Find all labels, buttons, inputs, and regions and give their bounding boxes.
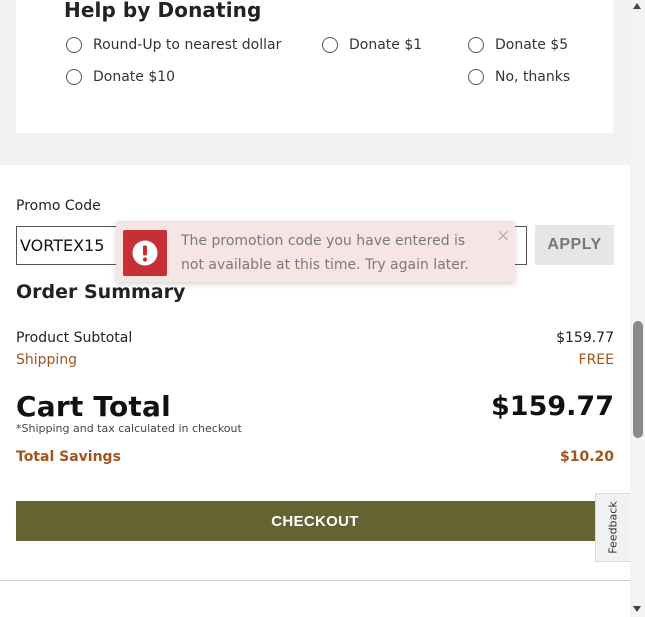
shipping-row: Shipping FREE	[16, 352, 614, 368]
shipping-tax-note: *Shipping and tax calculated in checkout	[16, 422, 242, 435]
error-message: The promotion code you have entered is n…	[181, 233, 469, 273]
option-label: No, thanks	[495, 69, 571, 85]
savings-value: $10.20	[559, 449, 614, 465]
cart-total-label: Cart Total	[16, 390, 171, 423]
donation-title: Help by Donating	[64, 0, 262, 22]
cart-total-value: $159.77	[491, 391, 614, 422]
radio-button[interactable]	[66, 37, 82, 53]
radio-button[interactable]	[66, 69, 82, 85]
feedback-tab[interactable]: Feedback	[595, 493, 630, 562]
feedback-label: Feedback	[606, 501, 620, 554]
scroll-up-arrow-icon[interactable]	[633, 3, 641, 9]
donate-10-option[interactable]: Donate $10	[66, 67, 175, 87]
close-icon[interactable]: ×	[496, 226, 510, 246]
option-label: Donate $1	[349, 37, 423, 53]
subtotal-value: $159.77	[556, 330, 614, 346]
error-toast: The promotion code you have entered is n…	[116, 221, 515, 282]
savings-row: Total Savings $10.20	[16, 449, 614, 465]
promo-code-label: Promo Code	[16, 198, 101, 214]
scrollbar-thumb[interactable]	[633, 321, 643, 438]
no-thanks-option[interactable]: No, thanks	[468, 67, 570, 87]
radio-button[interactable]	[322, 37, 338, 53]
scroll-down-arrow-icon[interactable]	[633, 606, 641, 612]
donate-roundup-option[interactable]: Round-Up to nearest dollar	[66, 35, 281, 55]
shipping-label: Shipping	[16, 352, 78, 368]
radio-button[interactable]	[468, 69, 484, 85]
subtotal-label: Product Subtotal	[16, 330, 133, 346]
savings-label: Total Savings	[16, 449, 121, 465]
scrollbar-track[interactable]	[630, 0, 645, 617]
option-label: Donate $5	[495, 37, 569, 53]
shipping-value: FREE	[578, 352, 614, 368]
subtotal-row: Product Subtotal $159.77	[16, 330, 614, 346]
apply-button[interactable]: APPLY	[535, 225, 614, 265]
exclamation-circle-icon	[132, 240, 158, 266]
donate-5-option[interactable]: Donate $5	[468, 35, 568, 55]
option-label: Round-Up to nearest dollar	[93, 37, 282, 53]
error-icon-box	[123, 230, 167, 276]
order-summary-title: Order Summary	[16, 281, 186, 303]
donate-1-option[interactable]: Donate $1	[322, 35, 422, 55]
checkout-button[interactable]: CHECKOUT	[16, 501, 614, 541]
option-label: Donate $10	[93, 69, 176, 85]
divider	[0, 580, 630, 581]
radio-button[interactable]	[468, 37, 484, 53]
